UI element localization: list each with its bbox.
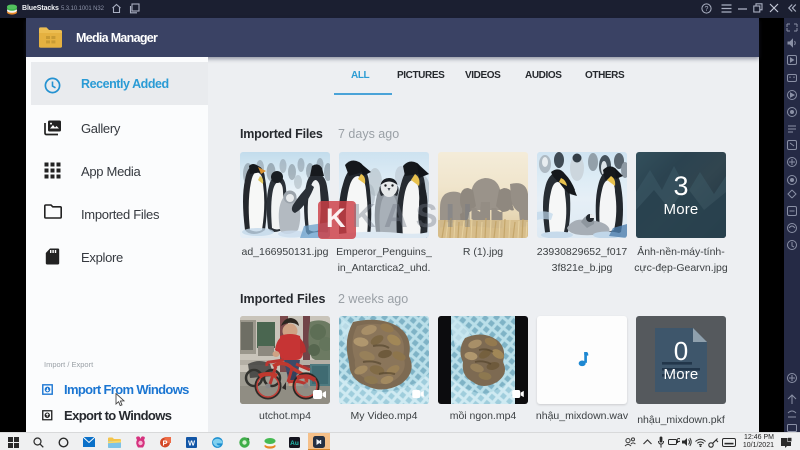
svg-text:?: ?: [705, 6, 709, 13]
svg-text:P: P: [162, 438, 167, 447]
svg-text:Au: Au: [290, 440, 299, 447]
svg-text:W: W: [188, 439, 196, 448]
